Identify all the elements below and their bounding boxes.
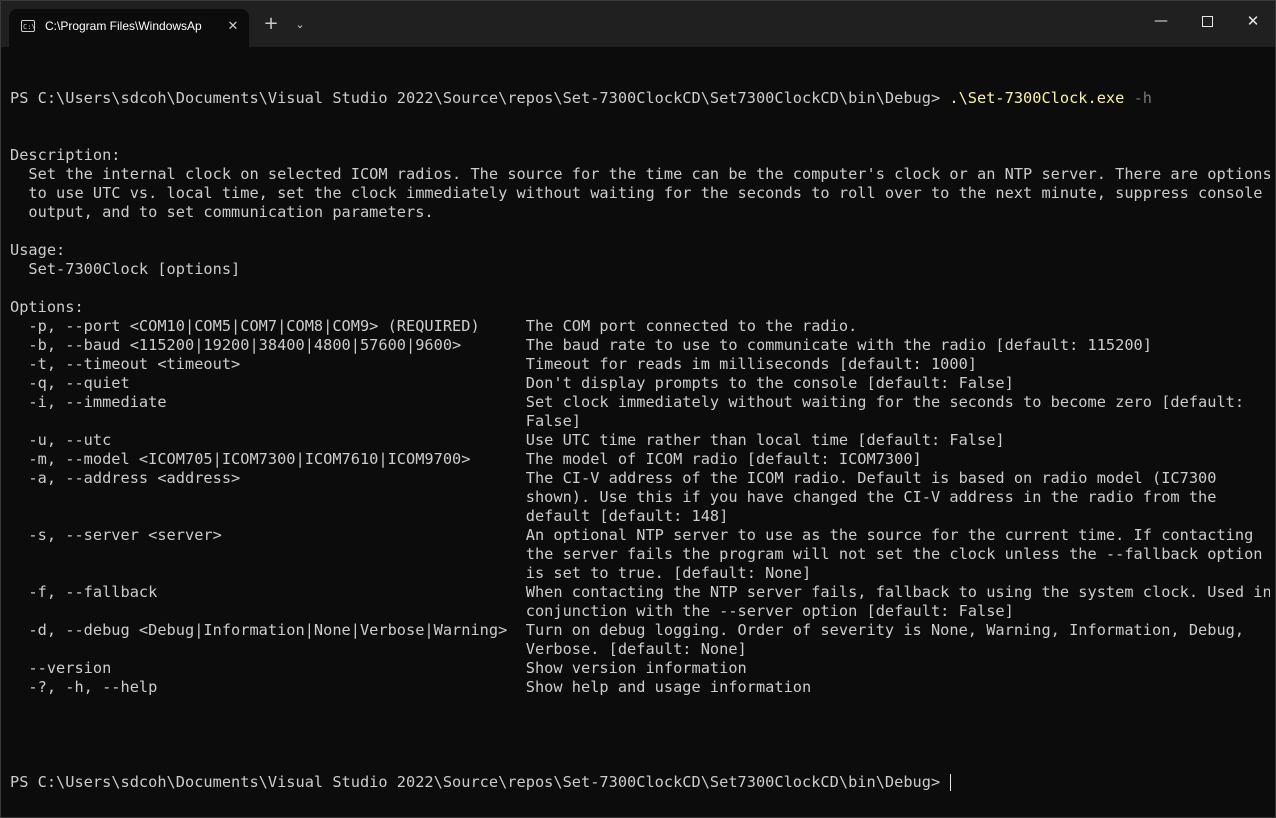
output-line: output, and to set communication paramet… [10, 203, 434, 221]
tab-powershell[interactable]: C:\ C:\Program Files\WindowsAp ✕ [9, 9, 249, 47]
prompt-text: PS C:\Users\sdcoh\Documents\Visual Studi… [10, 773, 950, 791]
output-line: -s, --server <server> An optional NTP se… [10, 526, 1254, 544]
text-cursor [950, 774, 952, 791]
close-tab-icon[interactable]: ✕ [224, 18, 242, 36]
output-line: -a, --address <address> The CI-V address… [10, 469, 1217, 487]
output-line: -?, -h, --help Show help and usage infor… [10, 678, 812, 696]
prompt-line: PS C:\Users\sdcoh\Documents\Visual Studi… [10, 89, 1270, 108]
output-line: to use UTC vs. local time, set the clock… [10, 184, 1263, 202]
output-line: -b, --baud <115200|19200|38400|4800|5760… [10, 336, 1152, 354]
output-line: Verbose. [default: None] [10, 640, 747, 658]
output-line: -p, --port <COM10|COM5|COM7|COM8|COM9> (… [10, 317, 858, 335]
output-line: -t, --timeout <timeout> Timeout for read… [10, 355, 977, 373]
output-line: Description: [10, 146, 121, 164]
output-line: Set-7300Clock [options] [10, 260, 241, 278]
minimize-icon: — [1154, 13, 1168, 29]
minimize-button[interactable]: — [1138, 1, 1184, 41]
help-output: Description: Set the internal clock on s… [10, 146, 1270, 735]
output-line: conjunction with the --server option [de… [10, 602, 1014, 620]
chevron-down-icon[interactable]: ⌄ [289, 13, 311, 37]
output-line: False] [10, 412, 581, 430]
output-line: -i, --immediate Set clock immediately wi… [10, 393, 1245, 411]
terminal-window: C:\ C:\Program Files\WindowsAp ✕ + ⌄ — ✕… [0, 0, 1276, 818]
output-line: -m, --model <ICOM705|ICOM7300|ICOM7610|I… [10, 450, 922, 468]
output-line: default [default: 148] [10, 507, 729, 525]
terminal-output[interactable]: PS C:\Users\sdcoh\Documents\Visual Studi… [10, 51, 1270, 811]
output-line: is set to true. [default: None] [10, 564, 812, 582]
output-line: shown). Use this if you have changed the… [10, 488, 1217, 506]
close-icon: ✕ [1246, 12, 1260, 30]
output-line: Set the internal clock on selected ICOM … [10, 165, 1270, 183]
close-window-button[interactable]: ✕ [1230, 1, 1275, 41]
maximize-icon [1201, 16, 1213, 27]
new-tab-button[interactable]: + [258, 13, 284, 37]
terminal-icon: C:\ [21, 20, 36, 32]
output-line: Usage: [10, 241, 66, 259]
command-text: .\Set-7300Clock.exe [949, 89, 1125, 107]
title-bar[interactable]: C:\ C:\Program Files\WindowsAp ✕ + ⌄ — ✕ [1, 1, 1275, 47]
output-line: -u, --utc Use UTC time rather than local… [10, 431, 1005, 449]
output-line: -q, --quiet Don't display prompts to the… [10, 374, 1014, 392]
tab-title: C:\Program Files\WindowsAp [45, 19, 202, 33]
output-line: the server fails the program will not se… [10, 545, 1263, 563]
prompt-text: PS C:\Users\sdcoh\Documents\Visual Studi… [10, 89, 950, 107]
command-argument: -h [1124, 89, 1152, 107]
output-line: --version Show version information [10, 659, 747, 677]
output-line: -f, --fallback When contacting the NTP s… [10, 583, 1270, 601]
output-line: Options: [10, 298, 84, 316]
prompt-line-current[interactable]: PS C:\Users\sdcoh\Documents\Visual Studi… [10, 773, 1270, 792]
output-line: -d, --debug <Debug|Information|None|Verb… [10, 621, 1245, 639]
maximize-button[interactable] [1184, 1, 1230, 41]
